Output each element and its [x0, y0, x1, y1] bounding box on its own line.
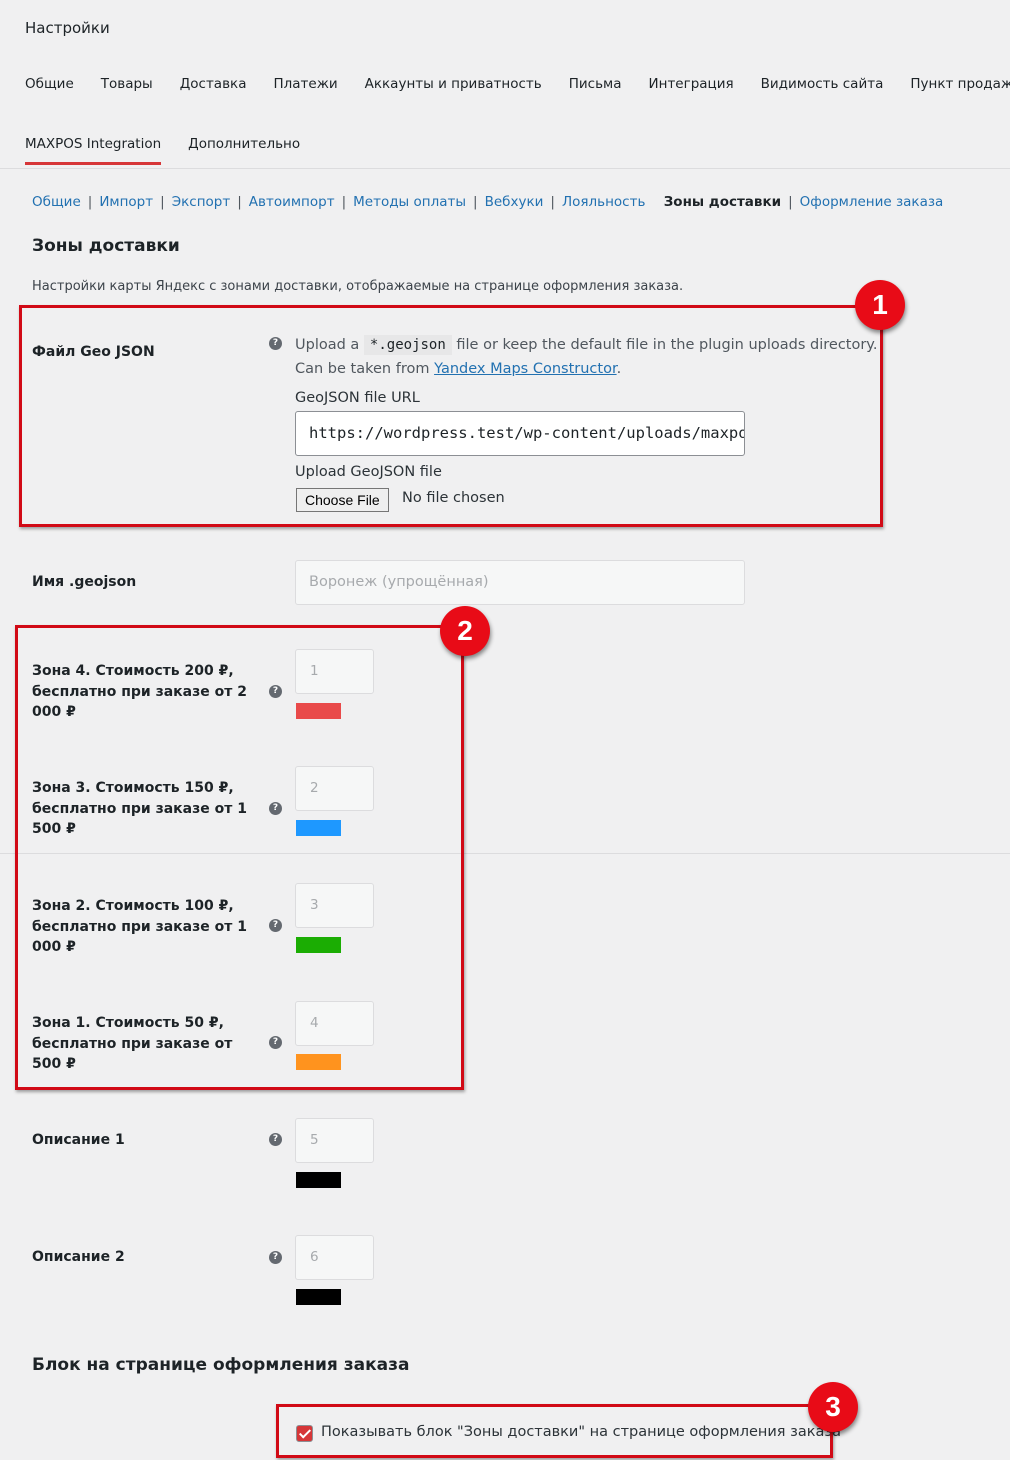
description-2-label: Описание 2	[32, 1249, 125, 1265]
section-link-general[interactable]: Общие	[32, 194, 81, 210]
tab-point-of-sale[interactable]: Пункт продажи	[910, 76, 1010, 92]
annotation-box-3	[276, 1404, 833, 1458]
section-link-loyalty[interactable]: Лояльность	[562, 194, 645, 210]
tab-payments[interactable]: Платежи	[273, 76, 337, 92]
geojson-name-label: Имя .geojson	[32, 574, 137, 590]
description-1-label: Описание 1	[32, 1132, 125, 1148]
tab-accounts[interactable]: Аккаунты и приватность	[365, 76, 542, 92]
tab-shipping[interactable]: Доставка	[180, 76, 247, 92]
section-link-import[interactable]: Импорт	[99, 194, 153, 210]
section-title-delivery-zones: Зоны доставки	[32, 236, 180, 256]
section-nav: Общие | Импорт | Экспорт | Автоимпорт | Методы о…	[32, 194, 944, 210]
section-link-export[interactable]: Экспорт	[172, 194, 231, 210]
annotation-box-1	[19, 305, 883, 527]
annotation-badge-2: 2	[440, 606, 490, 656]
main-tabs: Общие Товары Доставка Платежи Аккаунты и…	[25, 76, 1010, 92]
geojson-name-input[interactable]: Воронеж (упрощённая)	[295, 560, 745, 605]
section-description: Настройки карты Яндекс с зонами доставки…	[32, 279, 684, 294]
tab-emails[interactable]: Письма	[569, 76, 622, 92]
description-1-color-swatch[interactable]	[296, 1172, 341, 1188]
annotation-box-2	[15, 625, 464, 1090]
section-link-payment-methods[interactable]: Методы оплаты	[353, 194, 466, 210]
section-link-autoimport[interactable]: Автоимпорт	[249, 194, 335, 210]
section-link-checkout[interactable]: Оформление заказа	[800, 194, 944, 210]
tabs-divider	[0, 168, 1010, 169]
section-link-webhooks[interactable]: Вебхуки	[485, 194, 544, 210]
description-1-order-input[interactable]: 5	[295, 1118, 374, 1163]
tab-integration[interactable]: Интеграция	[649, 76, 734, 92]
sub-tabs: MAXPOS Integration Дополнительно	[25, 136, 327, 165]
annotation-badge-1: 1	[855, 280, 905, 330]
tab-maxpos-integration[interactable]: MAXPOS Integration	[25, 136, 162, 165]
description-2-order-input[interactable]: 6	[295, 1235, 374, 1280]
section-title-checkout-block: Блок на странице оформления заказа	[32, 1355, 410, 1375]
tab-site-visibility[interactable]: Видимость сайта	[761, 76, 884, 92]
page-title: Настройки	[25, 19, 110, 37]
help-icon[interactable]: ?	[269, 1133, 282, 1146]
tab-products[interactable]: Товары	[101, 76, 153, 92]
description-2-color-swatch[interactable]	[296, 1289, 341, 1305]
help-icon[interactable]: ?	[269, 1251, 282, 1264]
annotation-badge-3: 3	[808, 1382, 858, 1432]
tab-advanced[interactable]: Дополнительно	[188, 136, 300, 165]
tab-general[interactable]: Общие	[25, 76, 74, 92]
section-link-delivery-zones: Зоны доставки	[663, 194, 782, 210]
